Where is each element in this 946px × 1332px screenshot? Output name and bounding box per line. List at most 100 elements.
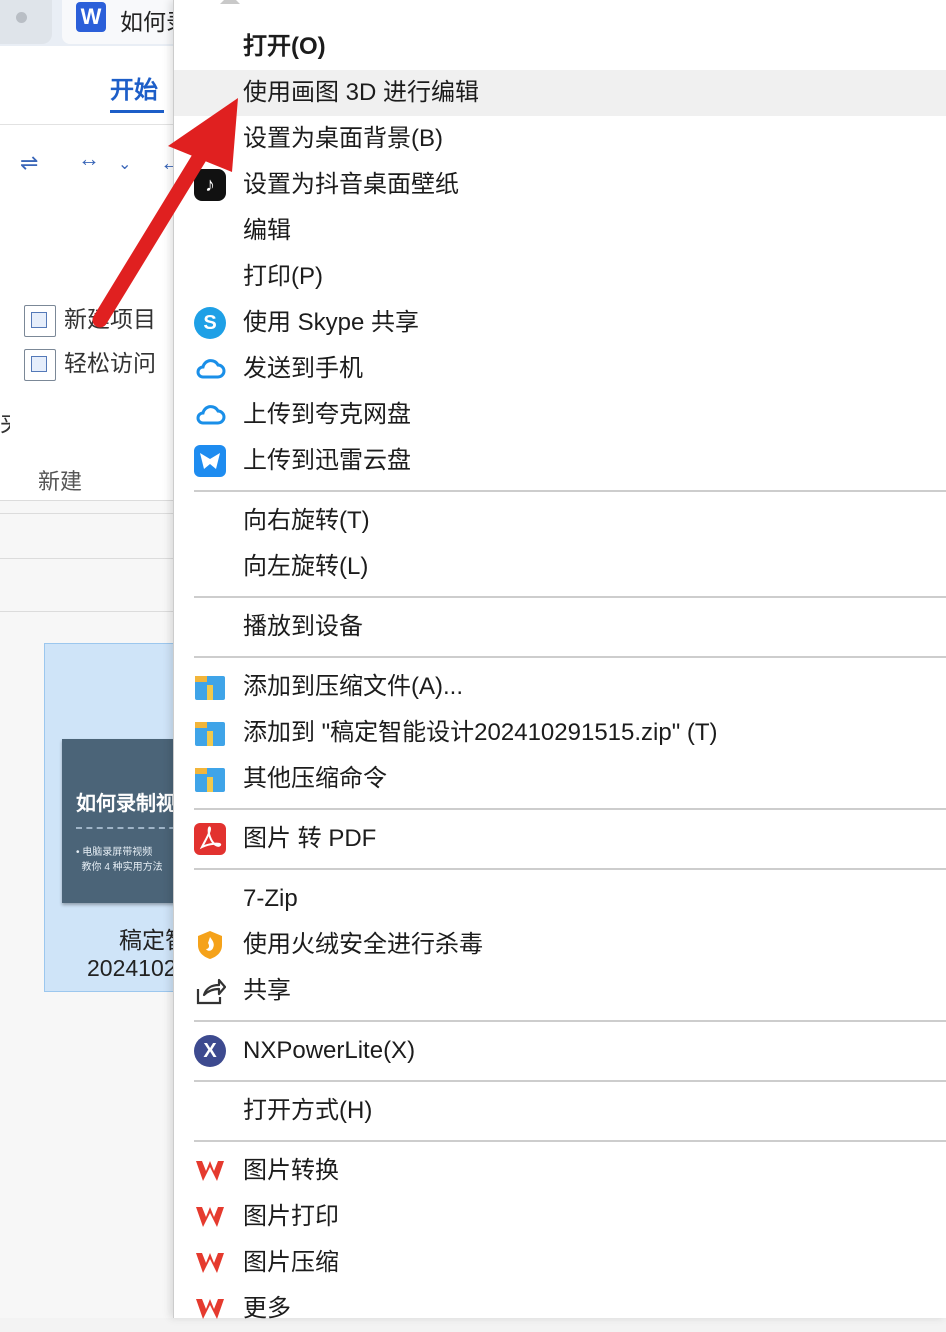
menu-item-label: 编辑 (243, 217, 291, 244)
clipped-label: 夹 (0, 404, 10, 438)
menu-item-label: 共享 (243, 977, 291, 1004)
menu-item-add-to-zip[interactable]: 添加到 "稿定智能设计202410291515.zip" (T) (174, 710, 946, 756)
active-tab-indicator (110, 110, 164, 113)
wps-icon (194, 1155, 226, 1187)
ribbon: 开始 ⇌ ↔ ⌄ ← 新建项目 轻松访问 (0, 46, 174, 501)
document-tab[interactable]: W 如何录 (62, 0, 174, 44)
menu-item-label: 向右旋转(T) (243, 507, 370, 534)
chevron-down-icon[interactable]: ⌄ (118, 154, 131, 174)
wps-icon (194, 1201, 226, 1233)
window-tab-strip: W 如何录 (0, 0, 174, 46)
menu-item-label: 图片 转 PDF (243, 825, 377, 852)
menu-separator (194, 1140, 946, 1142)
menu-item-upload-xunlei[interactable]: 上传到迅雷云盘 (174, 438, 946, 484)
easy-access-label: 轻松访问 (64, 350, 156, 376)
wps-icon (194, 1293, 226, 1325)
menu-item-label: 图片转换 (243, 1157, 339, 1184)
thumbnail-subtitle: • 电脑录屏带视频 教你 4 种实用方法 (76, 847, 163, 873)
menu-separator (194, 1080, 946, 1082)
menu-item-label: 图片打印 (243, 1203, 339, 1230)
menu-item-send-to-phone[interactable]: 发送到手机 (174, 346, 946, 392)
menu-item-label: 使用 Skype 共享 (243, 309, 420, 336)
menu-item-skype-share[interactable]: S 使用 Skype 共享 (174, 300, 946, 346)
expand-arrows-icon[interactable]: ↔ (78, 146, 100, 172)
menu-item-label: 其他压缩命令 (243, 765, 387, 792)
menu-item-label: 向左旋转(L) (243, 553, 369, 580)
menu-item-rotate-left[interactable]: 向左旋转(L) (174, 544, 946, 590)
menu-item-image-compress[interactable]: 图片压缩 (174, 1240, 946, 1286)
menu-separator (194, 808, 946, 810)
menu-separator (194, 868, 946, 870)
menu-item-label: 7-Zip (243, 885, 298, 912)
address-bar-divider (0, 513, 174, 514)
header-divider (0, 558, 174, 559)
image-thumbnail: 如何录制视频 • 电脑录屏带视频 教你 4 种实用方法 (62, 739, 174, 903)
menu-item-share[interactable]: 共享 (174, 968, 946, 1014)
menu-item-cast-to-device[interactable]: 播放到设备 (174, 604, 946, 650)
menu-separator (194, 656, 946, 658)
skype-icon: S (194, 307, 226, 339)
tiktok-icon: ♪ (194, 169, 226, 201)
menu-scroll-caret (220, 0, 240, 4)
word-icon: W (76, 2, 106, 32)
menu-item-image-to-pdf[interactable]: 图片 转 PDF (174, 816, 946, 862)
document-tab-title: 如何录 (120, 9, 174, 35)
nxpowerlite-icon: X (194, 1035, 226, 1067)
menu-item-label: 图片压缩 (243, 1249, 339, 1276)
menu-item-open[interactable]: 打开(O) (174, 24, 946, 70)
menu-item-label: 设置为抖音桌面壁纸 (243, 171, 459, 198)
archive-icon (194, 717, 226, 749)
archive-icon (194, 671, 226, 703)
menu-item-label: 使用火绒安全进行杀毒 (243, 931, 483, 958)
menu-item-add-to-archive[interactable]: 添加到压缩文件(A)... (174, 664, 946, 710)
menu-item-edit[interactable]: 编辑 (174, 208, 946, 254)
menu-item-edit-paint3d[interactable]: 使用画图 3D 进行编辑 (174, 70, 946, 116)
menu-item-label: 设置为桌面背景(B) (243, 125, 443, 152)
menu-item-set-wallpaper[interactable]: 设置为桌面背景(B) (174, 116, 946, 162)
menu-item-nxpowerlite[interactable]: X NXPowerLite(X) (174, 1028, 946, 1074)
file-name-line1: 稿定智能 (119, 927, 174, 953)
menu-item-rotate-right[interactable]: 向右旋转(T) (174, 498, 946, 544)
menu-item-label: NXPowerLite(X) (243, 1037, 416, 1064)
menu-item-label: 添加到 "稿定智能设计202410291515.zip" (T) (243, 719, 718, 746)
xunlei-icon (194, 445, 226, 477)
menu-item-huorong-scan[interactable]: 使用火绒安全进行杀毒 (174, 922, 946, 968)
huorong-shield-icon (194, 929, 226, 961)
menu-separator (194, 490, 946, 492)
menu-item-label: 添加到压缩文件(A)... (243, 673, 463, 700)
share-icon (194, 975, 226, 1007)
menu-item-tiktok-wallpaper[interactable]: ♪ 设置为抖音桌面壁纸 (174, 162, 946, 208)
window-control-dot[interactable] (0, 0, 52, 44)
menu-item-more[interactable]: 更多 (174, 1286, 946, 1332)
wps-icon (194, 1247, 226, 1279)
selected-file-tile[interactable]: 如何录制视频 • 电脑录屏带视频 教你 4 种实用方法 稿定智能 2024102… (44, 643, 174, 992)
menu-item-label: 上传到夸克网盘 (243, 401, 411, 428)
content-divider (0, 611, 174, 612)
file-name-line2: 20241029 (87, 955, 174, 981)
easy-access-button[interactable]: 轻松访问 (24, 344, 156, 381)
back-arrow-icon[interactable]: ← (160, 150, 174, 176)
archive-icon (194, 763, 226, 795)
menu-item-image-convert[interactable]: 图片转换 (174, 1148, 946, 1194)
menu-item-label: 更多 (243, 1295, 291, 1322)
new-item-icon (24, 304, 56, 337)
menu-item-other-compress[interactable]: 其他压缩命令 (174, 756, 946, 802)
thumbnail-title: 如何录制视频 (76, 793, 174, 815)
menu-item-label: 打开(O) (243, 33, 326, 60)
menu-item-label: 使用画图 3D 进行编辑 (243, 79, 480, 106)
sort-lines-icon[interactable]: ⇌ (20, 150, 38, 176)
new-item-button[interactable]: 新建项目 (24, 300, 156, 337)
quark-cloud-icon (194, 353, 226, 385)
menu-item-open-with[interactable]: 打开方式(H) (174, 1088, 946, 1134)
menu-item-label: 播放到设备 (243, 613, 363, 640)
menu-item-upload-quark[interactable]: 上传到夸克网盘 (174, 392, 946, 438)
menu-item-label: 打印(P) (243, 263, 323, 290)
menu-item-image-print[interactable]: 图片打印 (174, 1194, 946, 1240)
menu-separator (194, 1020, 946, 1022)
menu-item-7zip[interactable]: 7-Zip (174, 876, 946, 922)
ribbon-divider (0, 124, 174, 125)
thumbnail-dash-line (76, 827, 174, 829)
ribbon-tab-home[interactable]: 开始 (110, 70, 158, 105)
easy-access-icon (24, 348, 56, 381)
menu-item-print[interactable]: 打印(P) (174, 254, 946, 300)
